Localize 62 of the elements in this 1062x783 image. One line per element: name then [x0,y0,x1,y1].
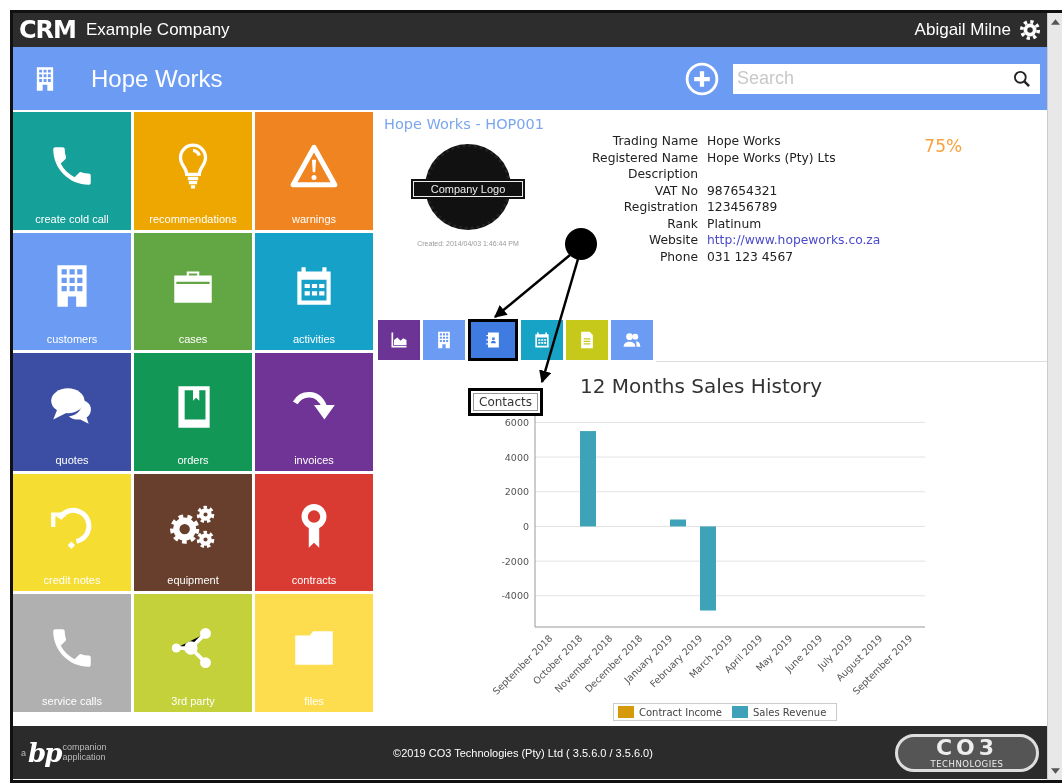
menu-tile[interactable]: orders [134,353,252,471]
menu-tile[interactable]: customers [13,232,131,351]
menu-tile[interactable]: create cold call [13,112,131,230]
tab[interactable] [378,320,420,360]
y-tick-label: 0 [522,520,529,532]
calendar-icon [532,330,552,350]
callout-dot [565,228,597,260]
score-percent: 75% [924,136,963,158]
people-icon [622,330,642,350]
field-value: Platinum [707,216,763,231]
tab[interactable] [468,319,518,361]
field-label: Website [647,233,698,247]
field-value: 987654321 [707,183,779,198]
legend-label: Sales Revenue [753,706,827,718]
record-heading: Hope Works - HOP001 [384,116,545,132]
menu-tile[interactable]: activities [255,232,373,351]
user-name[interactable]: Abigail Milne [914,20,1011,40]
y-tick-label: -4000 [501,590,529,602]
field-value: Hope Works (Pty) Lts [707,150,837,165]
tooltip: Contacts [468,388,543,416]
chart-title: 12 Months Sales History [580,374,823,400]
field-value: 031 123 4567 [707,249,795,264]
field-label: Phone [658,249,698,264]
menu-tile[interactable]: service calls [13,594,131,712]
legend-label: Contract Income [639,706,722,718]
scroll-down-icon[interactable] [1050,768,1060,774]
menu-tile[interactable]: 3rd party [134,594,252,712]
logo-text: Company Logo [413,181,523,197]
tab[interactable] [521,320,563,360]
menu-tile[interactable]: invoices [255,353,373,471]
field-label: Rank [666,216,698,231]
crm-logo: CRM [19,16,76,44]
scroll-up-icon[interactable] [1050,19,1060,25]
field-label: Registration [622,200,698,214]
settings-icon[interactable] [1019,19,1041,41]
search-icon[interactable] [1012,68,1032,89]
scrollbar[interactable] [1047,13,1062,780]
field-label: VAT No [653,183,698,198]
y-tick-label: -2000 [501,555,529,567]
page-title: Hope Works [91,64,224,93]
copyright-text: ©2019 CO3 Technologies (Pty) Ltd ( 3.5.6.0 / 3.5.6.0) [392,746,654,759]
area-chart-icon [389,330,409,350]
menu-tile[interactable]: warnings [255,112,373,230]
bar [670,519,686,527]
field-value: 123456789 [707,200,779,214]
logo-tagline: TECHNOLOGIES [930,758,1004,769]
website-link[interactable]: http://www.hopeworks.co.za [707,233,881,247]
menu-tile[interactable]: quotes [13,353,131,471]
field-label: Registered Name [591,150,698,165]
menu-tile[interactable]: cases [134,232,252,351]
y-tick-label: 6000 [504,416,529,428]
y-tick-label: 4000 [504,451,529,463]
field-label: Trading Name [611,134,698,148]
company-name: Example Company [86,20,231,40]
add-icon[interactable] [685,61,719,96]
menu-tile[interactable]: recommendations [134,112,252,230]
field-label: Description [626,167,698,181]
y-tick-label: 2000 [504,486,529,498]
logo-mark: CO3 [935,736,999,759]
field-value: Hope Works [707,134,782,148]
menu-tile[interactable]: equipment [134,473,252,592]
menu-tile[interactable]: contracts [255,473,373,592]
